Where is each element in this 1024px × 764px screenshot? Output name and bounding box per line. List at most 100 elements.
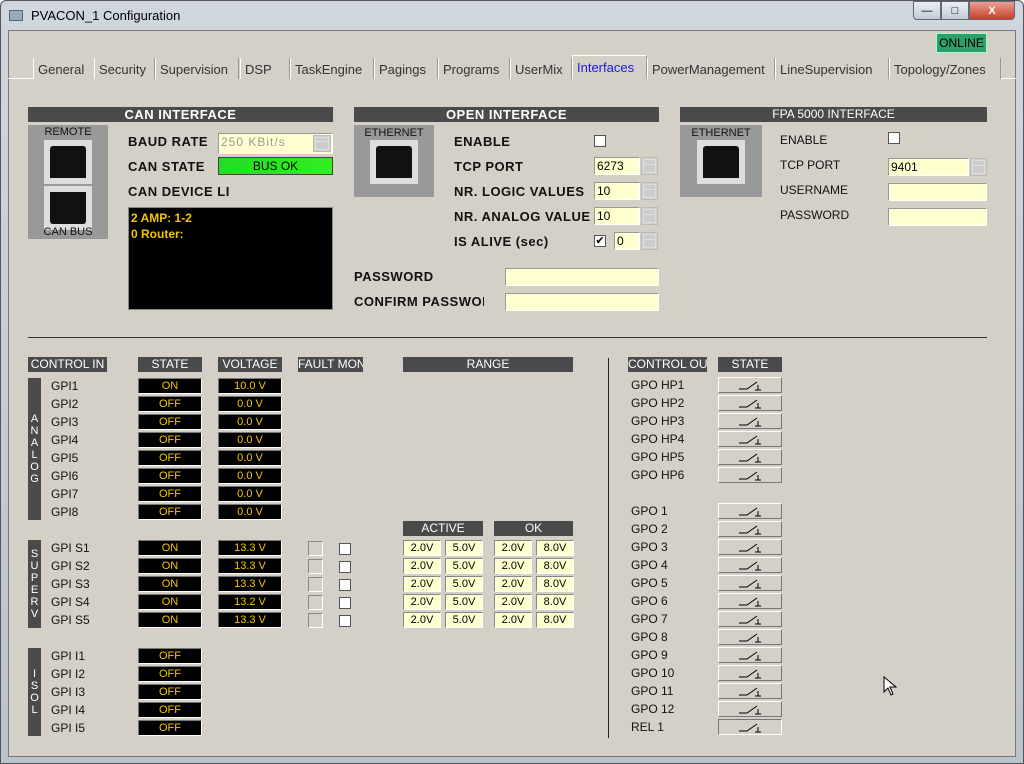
tab-taskengine[interactable]: TaskEngine: [290, 58, 374, 79]
open-password-field[interactable]: [505, 268, 659, 286]
tab-interfaces[interactable]: Interfaces: [572, 55, 647, 79]
range-field[interactable]: 2.0V: [494, 612, 532, 628]
range-field[interactable]: 2.0V: [403, 576, 441, 592]
spinner-icon[interactable]: [970, 158, 987, 176]
spinner-icon[interactable]: [641, 157, 658, 175]
can-device-list[interactable]: 2 AMP: 1-2 0 Router:: [128, 207, 333, 310]
gpo-state-button[interactable]: [718, 593, 782, 609]
minimize-button[interactable]: —: [913, 1, 941, 20]
chevron-down-icon[interactable]: [313, 135, 331, 152]
header-state: STATE: [138, 357, 202, 372]
switch-icon: [739, 615, 761, 625]
gpi-name: GPI S2: [51, 559, 90, 573]
device-item[interactable]: 0 Router:: [131, 226, 330, 242]
gpo-state-button[interactable]: [718, 467, 782, 483]
range-field[interactable]: 5.0V: [445, 612, 483, 628]
tab-programs[interactable]: Programs: [438, 58, 510, 79]
gpo-state-button[interactable]: [718, 395, 782, 411]
gpo-state-button[interactable]: [718, 647, 782, 663]
tab-general[interactable]: General: [33, 58, 95, 79]
gpi-state: OFF: [138, 684, 202, 700]
gpo-state-button[interactable]: [718, 449, 782, 465]
gpo-state-button[interactable]: [718, 611, 782, 627]
gpo-state-button[interactable]: [718, 629, 782, 645]
gpo-state-button[interactable]: [718, 431, 782, 447]
switch-icon: [739, 723, 761, 733]
range-field[interactable]: 2.0V: [494, 576, 532, 592]
range-field[interactable]: 5.0V: [445, 558, 483, 574]
close-button[interactable]: X: [969, 1, 1015, 20]
open-logic-field[interactable]: 10: [594, 182, 640, 200]
open-is-alive-field[interactable]: 0: [614, 232, 640, 250]
range-field[interactable]: 8.0V: [536, 540, 574, 556]
range-field[interactable]: 2.0V: [403, 558, 441, 574]
fault-mon-checkbox[interactable]: [339, 543, 351, 555]
fault-mon-checkbox[interactable]: [339, 615, 351, 627]
gpo-state-button[interactable]: [718, 503, 782, 519]
gpi-state: OFF: [138, 432, 202, 448]
fault-mon-checkbox[interactable]: [339, 579, 351, 591]
fpa-tcp-field[interactable]: 9401: [888, 158, 969, 176]
gpo-state-button[interactable]: [718, 557, 782, 573]
range-field[interactable]: 5.0V: [445, 576, 483, 592]
open-enable-checkbox[interactable]: [594, 135, 606, 147]
switch-icon: [739, 507, 761, 517]
range-field[interactable]: 5.0V: [445, 594, 483, 610]
range-field[interactable]: 2.0V: [403, 594, 441, 610]
range-field[interactable]: 8.0V: [536, 558, 574, 574]
fpa-password-field[interactable]: [888, 208, 987, 226]
switch-icon: [739, 417, 761, 427]
spinner-icon[interactable]: [641, 207, 658, 225]
superv-group-label-text: SUPERV: [30, 548, 39, 620]
switch-icon: [739, 435, 761, 445]
gpi-voltage: 13.3 V: [218, 540, 282, 556]
maximize-button[interactable]: □: [941, 1, 969, 20]
range-field[interactable]: 8.0V: [536, 612, 574, 628]
gpo-state-button[interactable]: [718, 665, 782, 681]
fpa-enable-checkbox[interactable]: [888, 132, 900, 144]
tab-powermanagement[interactable]: PowerManagement: [647, 58, 775, 79]
gpo-state-button[interactable]: [718, 683, 782, 699]
gpo-state-button[interactable]: [718, 719, 782, 735]
gpo-state-button[interactable]: [718, 539, 782, 555]
gpo-name: REL 1: [631, 720, 664, 734]
tab-usermix[interactable]: UserMix: [510, 58, 572, 79]
gpi-voltage: 13.3 V: [218, 612, 282, 628]
device-item[interactable]: 2 AMP: 1-2: [131, 210, 330, 226]
gpo-state-button[interactable]: [718, 575, 782, 591]
fpa-username-field[interactable]: [888, 183, 987, 201]
range-field[interactable]: 2.0V: [494, 540, 532, 556]
gpo-state-button[interactable]: [718, 377, 782, 393]
gpo-state-button[interactable]: [718, 701, 782, 717]
range-field[interactable]: 2.0V: [403, 612, 441, 628]
open-tcp-field[interactable]: 6273: [594, 157, 640, 175]
gpi-state: ON: [138, 540, 202, 556]
gpo-name: GPO 2: [631, 522, 668, 536]
gpo-state-button[interactable]: [718, 521, 782, 537]
tab-supervision[interactable]: Supervision: [155, 58, 239, 79]
gpi-state: ON: [138, 576, 202, 592]
tab-linesupervision[interactable]: LineSupervision: [775, 58, 889, 79]
spinner-icon[interactable]: [641, 182, 658, 200]
range-field[interactable]: 8.0V: [536, 576, 574, 592]
gpo-name: GPO 5: [631, 576, 668, 590]
range-field[interactable]: 2.0V: [494, 594, 532, 610]
range-field[interactable]: 2.0V: [494, 558, 532, 574]
can-interface-header: CAN INTERFACE: [28, 107, 333, 122]
window-title: PVACON_1 Configuration: [31, 8, 181, 23]
fault-mon-checkbox[interactable]: [339, 597, 351, 609]
range-field[interactable]: 8.0V: [536, 594, 574, 610]
tab-topology-zones[interactable]: Topology/Zones: [889, 58, 1001, 79]
range-field[interactable]: 2.0V: [403, 540, 441, 556]
tab-dsp[interactable]: DSP: [240, 58, 290, 79]
open-confirm-password-field[interactable]: [505, 293, 659, 311]
gpo-state-button[interactable]: [718, 413, 782, 429]
fault-mon-checkbox[interactable]: [339, 561, 351, 573]
spinner-icon[interactable]: [641, 232, 658, 250]
tab-pagings[interactable]: Pagings: [374, 58, 438, 79]
tab-security[interactable]: Security: [94, 58, 155, 79]
open-analog-field[interactable]: 10: [594, 207, 640, 225]
can-state-indicator: BUS OK: [218, 157, 333, 175]
open-is-alive-checkbox[interactable]: ✔: [594, 235, 606, 247]
range-field[interactable]: 5.0V: [445, 540, 483, 556]
